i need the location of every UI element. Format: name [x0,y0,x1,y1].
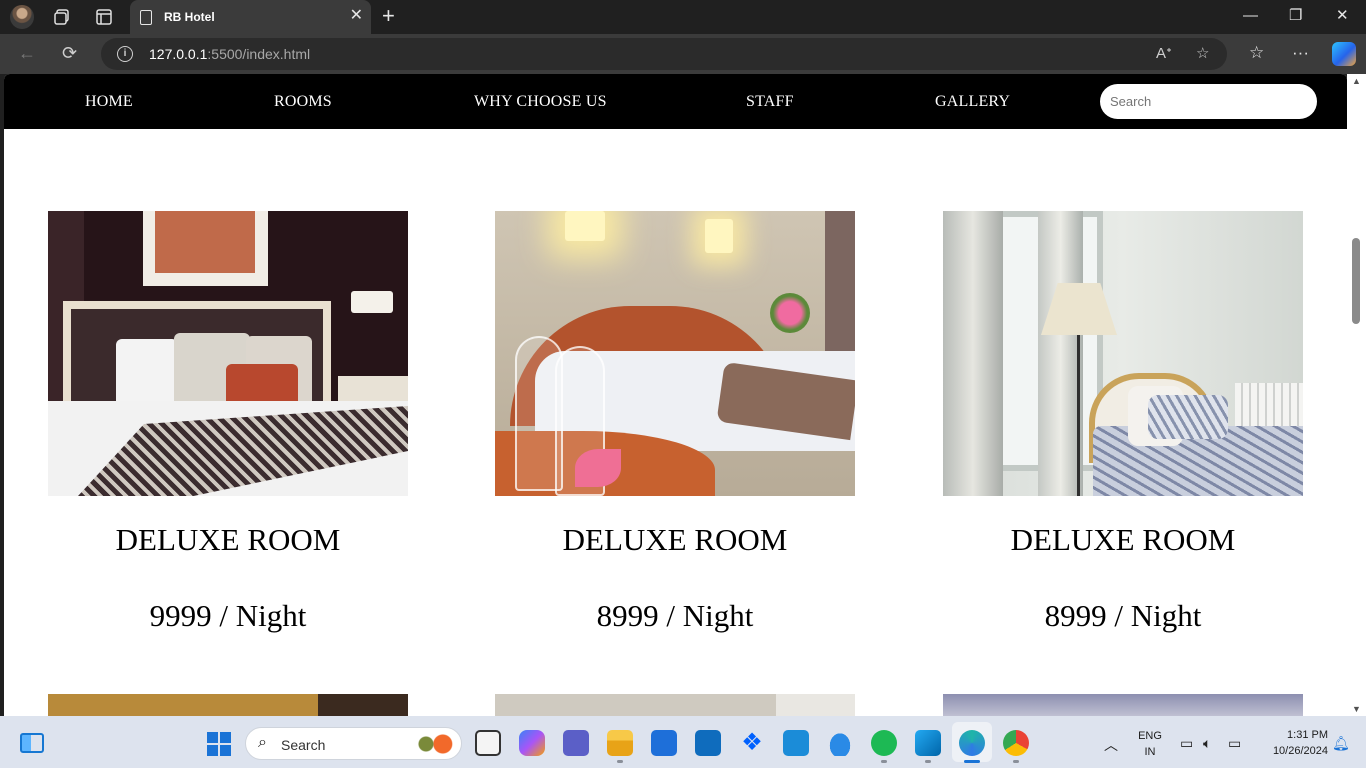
chrome-icon[interactable] [1003,730,1029,756]
back-arrow-icon[interactable]: ← [18,43,36,63]
room-card: DELUXE ROOM 8999 / Night [495,211,855,633]
network-icon[interactable]: ▭ [1180,735,1193,752]
tab-title: RB Hotel [164,10,215,24]
scroll-thumb[interactable] [1352,238,1360,324]
room-image-next-row [495,694,855,716]
address-toolbar: ← ⟳ i 127.0.0.1:5500/index.html Aᐩ ☆ ☆ ·… [0,34,1366,74]
address-bar[interactable]: i 127.0.0.1:5500/index.html Aᐩ ☆ [101,38,1227,70]
teams-icon[interactable] [563,730,589,756]
room-image-next-row [943,694,1303,716]
page-favicon-icon [140,10,152,25]
site-navbar: HOME ROOMS WHY CHOOSE US STAFF GALLERY [4,74,1347,129]
microsoft-store-icon[interactable] [651,730,677,756]
running-indicator [617,760,623,763]
room-price: 8999 / Night [1044,598,1202,633]
taskbar-search-label: Search [281,737,326,753]
running-indicator [881,760,887,763]
room-price: 9999 / Night [149,598,307,633]
new-tab-button[interactable]: + [382,5,395,27]
volume-icon[interactable]: 🔈︎ [1203,735,1211,752]
vscode-icon[interactable] [915,730,941,756]
room-image [495,211,855,496]
page-scrollbar[interactable]: ▲ ▼ [1347,74,1366,716]
vertical-tabs-icon[interactable] [94,7,114,27]
scroll-up-arrow-icon[interactable]: ▲ [1352,76,1361,86]
edge-icon[interactable] [959,730,985,756]
copilot-app-icon[interactable] [519,730,545,756]
show-hidden-icons-chevron-icon[interactable]: ︿ [1104,735,1118,755]
clock-date[interactable]: 10/26/2024 [1258,745,1328,757]
active-indicator [964,760,980,763]
tab-close-icon[interactable]: ✕ [350,8,363,24]
nav-rooms[interactable]: ROOMS [274,93,332,111]
nav-staff[interactable]: STAFF [746,93,794,111]
room-title: DELUXE ROOM [1010,522,1236,557]
minimize-button[interactable]: — [1243,6,1258,26]
browser-title-bar: RB Hotel ✕ + — ❐ ✕ [0,0,1366,34]
tab-rb-hotel[interactable]: RB Hotel ✕ [130,0,371,34]
search-highlight-icon [414,734,454,754]
refresh-icon[interactable]: ⟳ [62,43,77,63]
windows-taskbar: ⌕ Search ❖ ︿ ENG IN ▭ 🔈︎ ▭ 1:31 PM 10/26… [0,716,1366,768]
close-window-button[interactable]: ✕ [1336,6,1349,26]
site-search-input[interactable] [1100,84,1317,119]
notification-bell-icon[interactable]: 🔔︎ [1332,735,1350,752]
room-image [943,211,1303,496]
url-path: :5500/index.html [207,46,311,62]
room-card: DELUXE ROOM 8999 / Night [943,211,1303,633]
myhp-icon[interactable] [783,730,809,756]
room-title: DELUXE ROOM [115,522,341,557]
running-indicator [1013,760,1019,763]
url-host: 127.0.0.1 [149,46,208,62]
workspaces-icon[interactable] [52,7,72,27]
task-view-icon[interactable] [475,730,501,756]
room-image [48,211,408,496]
room-card: DELUXE ROOM 9999 / Night [48,211,408,633]
outlook-icon[interactable] [695,730,721,756]
file-explorer-icon[interactable] [607,730,633,756]
room-price: 8999 / Night [596,598,754,633]
page-viewport: HOME ROOMS WHY CHOOSE US STAFF GALLERY D… [4,74,1347,716]
url-text[interactable]: 127.0.0.1:5500/index.html [149,46,310,62]
room-title: DELUXE ROOM [562,522,788,557]
nav-gallery[interactable]: GALLERY [935,93,1010,111]
nav-why-choose-us[interactable]: WHY CHOOSE US [474,93,607,111]
language-region[interactable]: IN [1134,746,1166,758]
more-menu-icon[interactable]: ··· [1292,43,1309,63]
search-icon: ⌕ [258,734,267,751]
scroll-down-arrow-icon[interactable]: ▼ [1352,704,1361,714]
taskbar-search[interactable]: ⌕ Search [245,727,462,760]
start-button-icon[interactable] [207,732,231,756]
widgets-icon[interactable] [20,733,44,753]
profile-avatar[interactable] [10,5,34,29]
spotify-icon[interactable] [871,730,897,756]
language-code[interactable]: ENG [1134,730,1166,742]
read-aloud-icon[interactable]: Aᐩ [1156,45,1172,63]
favorites-list-icon[interactable]: ☆ [1249,43,1264,63]
nav-home[interactable]: HOME [85,93,133,111]
running-indicator [925,760,931,763]
restore-button[interactable]: ❐ [1289,6,1302,26]
copilot-icon[interactable] [1332,42,1356,66]
dropbox-icon[interactable]: ❖ [739,730,765,756]
onedrive-icon[interactable] [827,730,853,756]
site-info-icon[interactable]: i [117,46,133,62]
battery-icon[interactable]: ▭ [1228,735,1241,752]
room-image-next-row [48,694,408,716]
favorite-star-icon[interactable]: ☆ [1196,45,1209,63]
clock-time[interactable]: 1:31 PM [1258,729,1328,741]
